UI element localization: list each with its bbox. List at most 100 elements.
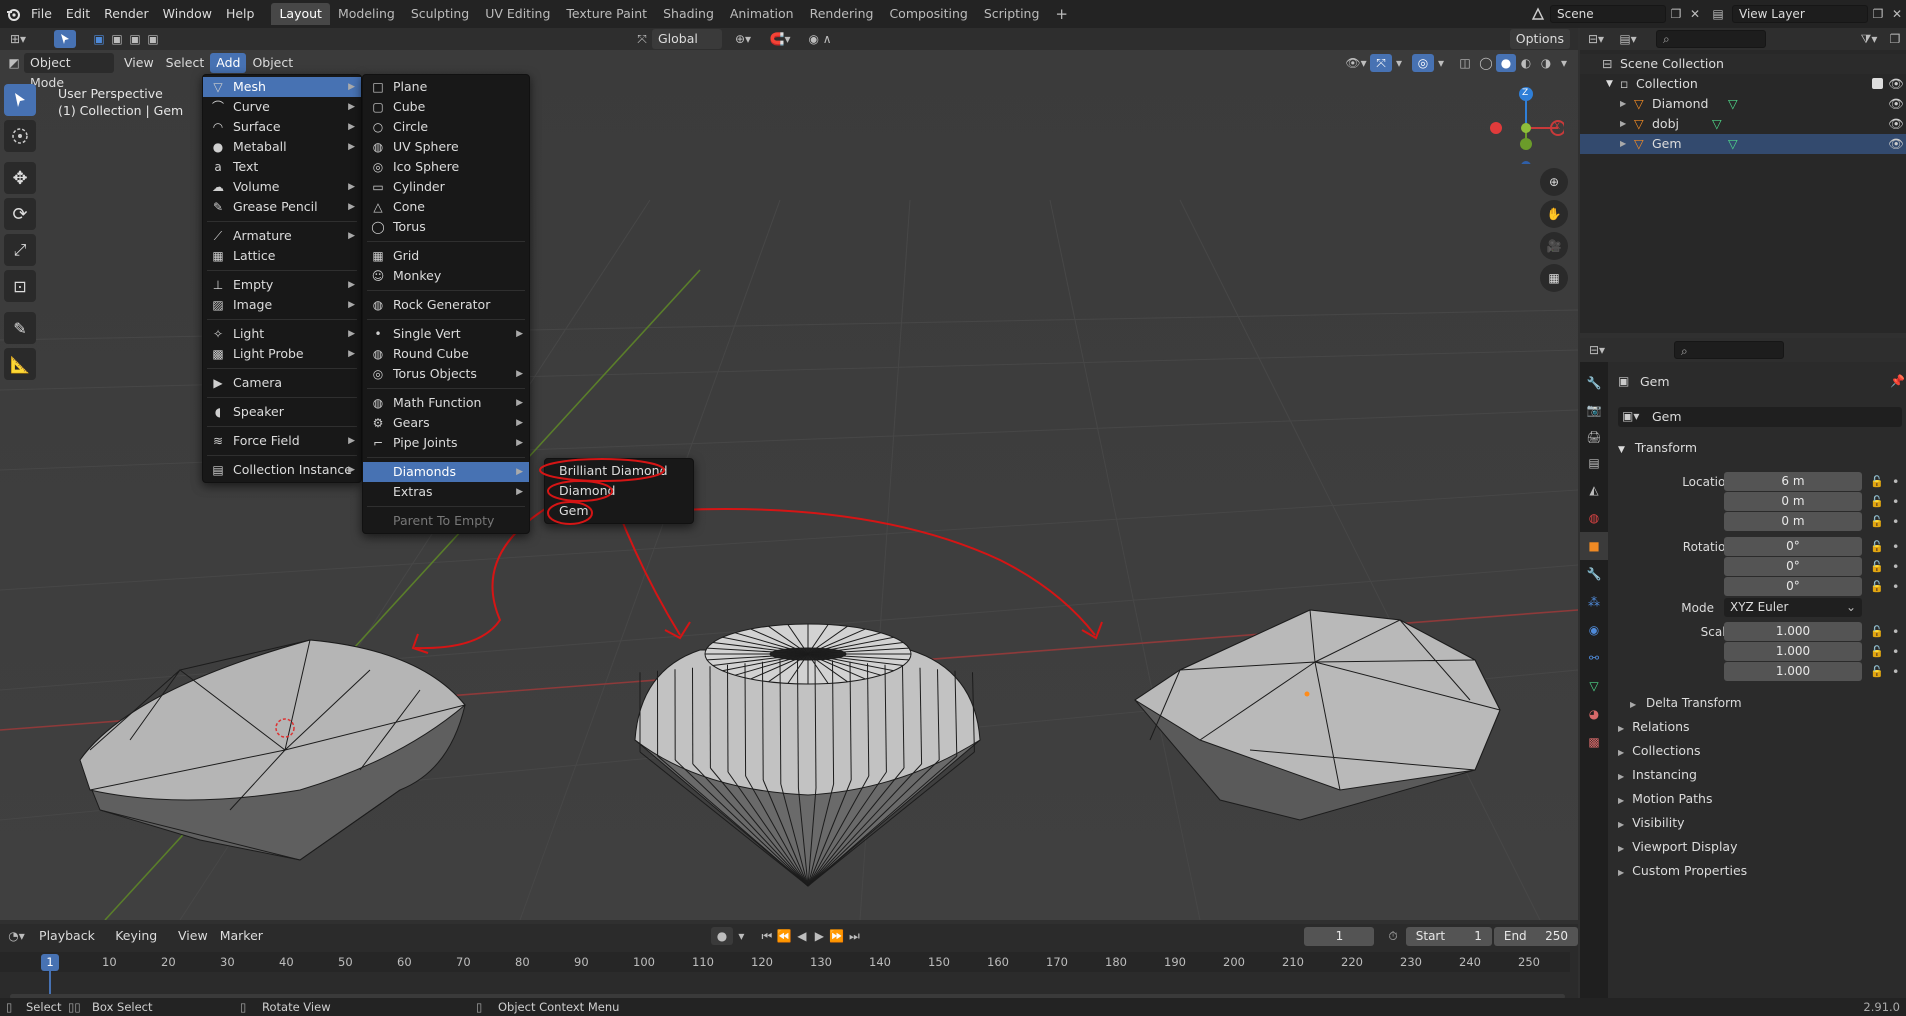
- keyframe-dot-icon[interactable]: •: [1892, 537, 1899, 557]
- mesh-data-icon[interactable]: ▽: [1728, 134, 1738, 154]
- panel-collections[interactable]: ▶ Collections: [1614, 740, 1904, 762]
- keyframe-dot-icon[interactable]: •: [1892, 472, 1899, 492]
- overlay-dropdown-icon[interactable]: ▾: [1434, 56, 1448, 70]
- lock-icon[interactable]: 🔓: [1870, 642, 1884, 662]
- view-layer-tab-icon[interactable]: ▤: [1580, 450, 1608, 476]
- keyframe-dot-icon[interactable]: •: [1892, 622, 1899, 642]
- tab-modeling[interactable]: Modeling: [330, 3, 403, 25]
- transform-tool-icon[interactable]: ⊡: [4, 270, 36, 302]
- tab-scripting[interactable]: Scripting: [976, 3, 1048, 25]
- blender-logo-icon[interactable]: [2, 3, 24, 25]
- mesh-menu-item-torus-objects[interactable]: ◎ Torus Objects ▶: [363, 364, 529, 384]
- panel-relations[interactable]: ▶ Relations: [1614, 716, 1904, 738]
- menu-playback[interactable]: Playback ▾: [33, 926, 109, 963]
- mesh-menu-item-single-vert[interactable]: • Single Vert ▶: [363, 324, 529, 344]
- keyframe-dot-icon[interactable]: •: [1892, 557, 1899, 577]
- camera-view-icon[interactable]: 🎥: [1540, 232, 1568, 260]
- mesh-menu-item-extras[interactable]: Extras ▶: [363, 482, 529, 502]
- close-view-layer-icon[interactable]: ✕: [1888, 7, 1906, 21]
- solid-shading-icon[interactable]: ●: [1496, 54, 1516, 72]
- constraints-tab-icon[interactable]: ⚯: [1580, 644, 1608, 672]
- timeline-editor-icon[interactable]: ◔▾: [0, 929, 33, 943]
- new-scene-icon[interactable]: ❐: [1666, 7, 1686, 21]
- new-view-layer-icon[interactable]: ❐: [1868, 7, 1888, 21]
- mesh-menu-item-cylinder[interactable]: ▭ Cylinder: [363, 177, 529, 197]
- view-layer-field[interactable]: View Layer: [1732, 5, 1868, 23]
- menu-edit[interactable]: Edit: [59, 3, 97, 25]
- add-workspace-button[interactable]: +: [1047, 3, 1076, 25]
- mesh-data-icon[interactable]: ▽: [1728, 94, 1738, 114]
- output-tab-icon[interactable]: 🖨: [1580, 424, 1608, 450]
- add-menu-item-empty[interactable]: ⊥ Empty ▶: [203, 275, 361, 295]
- orientation-icon[interactable]: ⤧: [632, 32, 652, 47]
- menu-add[interactable]: Add: [210, 53, 247, 73]
- visibility-eye-icon[interactable]: 👁: [1888, 94, 1904, 114]
- rotation-field[interactable]: 0°: [1724, 577, 1862, 596]
- visibility-eye-icon[interactable]: 👁: [1888, 134, 1904, 154]
- view-layer-icon[interactable]: ▤: [1704, 7, 1732, 21]
- data-tab-icon[interactable]: ▽: [1580, 672, 1608, 700]
- add-menu-item-volume[interactable]: ☁ Volume ▶: [203, 177, 361, 197]
- add-menu-item-text[interactable]: a Text: [203, 157, 361, 177]
- new-collection-icon[interactable]: ❐: [1884, 32, 1906, 46]
- add-menu-item-armature[interactable]: ⟋ Armature ▶: [203, 226, 361, 246]
- select-tool-icon[interactable]: [54, 30, 76, 48]
- menu-view[interactable]: View: [118, 53, 160, 73]
- panel-viewport-display[interactable]: ▶ Viewport Display: [1614, 836, 1904, 858]
- menu-timeline-view[interactable]: View: [172, 926, 214, 946]
- material-shading-icon[interactable]: ◐: [1516, 56, 1536, 70]
- menu-window[interactable]: Window: [156, 3, 219, 25]
- mesh-menu-item-pipe-joints[interactable]: ⌐ Pipe Joints ▶: [363, 433, 529, 453]
- panel-instancing[interactable]: ▶ Instancing: [1614, 764, 1904, 786]
- mesh-data-icon[interactable]: ▽: [1712, 114, 1722, 134]
- mesh-menu-item-uv-sphere[interactable]: ◍ UV Sphere: [363, 137, 529, 157]
- panel-custom-properties[interactable]: ▶ Custom Properties: [1614, 860, 1904, 882]
- transform-panel-header[interactable]: ▼ Transform: [1614, 437, 1904, 459]
- close-scene-icon[interactable]: ✕: [1686, 7, 1704, 21]
- expand-icon[interactable]: ▶: [1620, 114, 1626, 134]
- add-menu-item-grease-pencil[interactable]: ✎ Grease Pencil ▶: [203, 197, 361, 217]
- select-mode-extend-icon[interactable]: ▣: [108, 32, 126, 46]
- physics-tab-icon[interactable]: ◉: [1580, 616, 1608, 644]
- pin-icon[interactable]: 📌: [1890, 374, 1905, 388]
- menu-select[interactable]: Select: [160, 53, 211, 73]
- add-menu-item-light[interactable]: ✧ Light ▶: [203, 324, 361, 344]
- lock-icon[interactable]: 🔓: [1870, 492, 1884, 512]
- shading-dropdown-icon[interactable]: ▾: [1556, 56, 1572, 70]
- play-icon[interactable]: ▶: [811, 929, 829, 943]
- modifier-tab-icon[interactable]: 🔧: [1580, 560, 1608, 588]
- pan-hand-icon[interactable]: ✋: [1540, 200, 1568, 228]
- keyframe-dot-icon[interactable]: •: [1892, 642, 1899, 662]
- scale-field[interactable]: 1.000: [1724, 642, 1862, 661]
- lock-icon[interactable]: 🔓: [1870, 662, 1884, 682]
- exclude-checkbox[interactable]: [1872, 78, 1883, 89]
- menu-marker[interactable]: Marker: [214, 926, 269, 946]
- add-menu-item-curve[interactable]: ⌒ Curve ▶: [203, 97, 361, 117]
- visibility-icon[interactable]: 👁▾: [1342, 56, 1370, 70]
- keying-dropdown-icon[interactable]: ▾: [733, 929, 751, 943]
- mesh-menu-item-cone[interactable]: △ Cone: [363, 197, 529, 217]
- visibility-eye-icon[interactable]: 👁: [1888, 114, 1904, 134]
- cursor-tool-icon[interactable]: [4, 120, 36, 152]
- move-tool-icon[interactable]: ✥: [4, 162, 36, 194]
- outliner-row-object[interactable]: ▶ ▽ Diamond ▽ 👁: [1580, 94, 1906, 114]
- editor-type-icon[interactable]: ⊞▾: [0, 32, 36, 46]
- outliner-row-object[interactable]: ▶ ▽ dobj ▽ 👁: [1580, 114, 1906, 134]
- add-menu-item-camera[interactable]: ▶ Camera: [203, 373, 361, 393]
- menu-file[interactable]: File: [24, 3, 59, 25]
- gizmo-dropdown-icon[interactable]: ▾: [1392, 56, 1406, 70]
- tab-uv-editing[interactable]: UV Editing: [477, 3, 558, 25]
- expand-icon[interactable]: ▼: [1606, 74, 1613, 94]
- properties-search-input[interactable]: ⌕: [1674, 341, 1784, 359]
- scene-tab-icon[interactable]: ◭: [1580, 476, 1608, 504]
- start-frame-field[interactable]: Start 1: [1405, 926, 1492, 946]
- navigation-gizmo[interactable]: Z X: [1484, 84, 1566, 171]
- ortho-grid-icon[interactable]: ▦: [1540, 264, 1568, 292]
- menu-keying[interactable]: Keying ▾: [109, 926, 172, 963]
- lock-icon[interactable]: 🔓: [1870, 577, 1884, 597]
- tab-animation[interactable]: Animation: [722, 3, 802, 25]
- particles-tab-icon[interactable]: ⁂: [1580, 588, 1608, 616]
- scale-field[interactable]: 1.000: [1724, 662, 1862, 681]
- add-menu-item-collection-instance[interactable]: ▤ Collection Instance ▶: [203, 460, 361, 480]
- location-field[interactable]: 0 m: [1724, 512, 1862, 531]
